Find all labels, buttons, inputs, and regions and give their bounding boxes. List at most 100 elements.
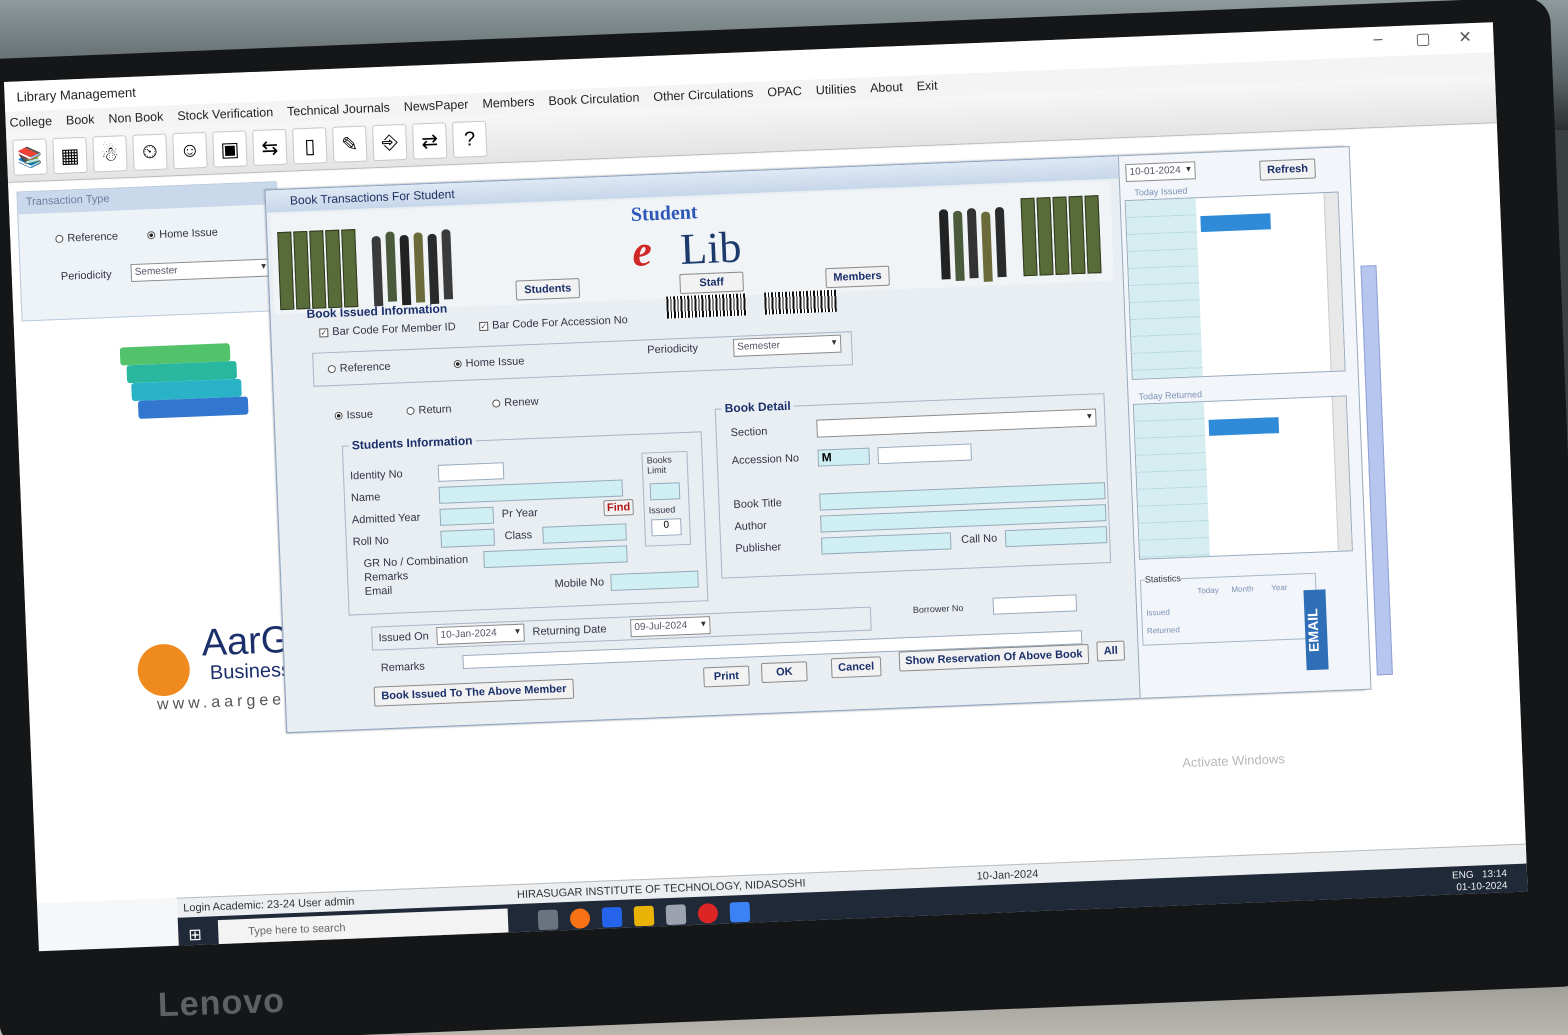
find-button[interactable]: Find (603, 499, 634, 517)
today-activity-panel: 10-01-2024 Refresh Today Issued Today Re… (1117, 146, 1372, 699)
maximize-icon[interactable]: ▢ (1415, 29, 1431, 50)
email-button[interactable]: EMAIL (1303, 589, 1329, 671)
grid-scrollbar[interactable] (1323, 192, 1345, 371)
menu-college[interactable]: College (9, 114, 52, 130)
menu-technical-journals[interactable]: Technical Journals (287, 101, 390, 119)
issued-on-date[interactable]: 10-Jan-2024 (436, 623, 525, 646)
accession-no-field[interactable]: M (817, 447, 871, 467)
radio-icon (492, 399, 501, 408)
today-returned-label: Today Returned (1138, 389, 1203, 402)
menu-stock-verification[interactable]: Stock Verification (177, 105, 273, 123)
borrower-no-field[interactable] (992, 594, 1078, 615)
today-returned-grid[interactable] (1132, 395, 1353, 560)
radio-home-issue[interactable]: Home Issue (453, 355, 525, 370)
menu-exit[interactable]: Exit (916, 79, 937, 94)
menu-book[interactable]: Book (66, 112, 95, 127)
grid-selected-row[interactable] (1200, 213, 1271, 233)
tab-members[interactable]: Members (825, 265, 890, 289)
remarks-label: Remarks (363, 570, 409, 584)
section-select[interactable] (816, 408, 1097, 438)
grid-selected-row[interactable] (1208, 417, 1280, 436)
person-icon[interactable]: ☺ (172, 131, 208, 170)
borrower-no-label: Borrower No (912, 602, 964, 615)
gr-no-field[interactable] (483, 545, 628, 569)
person-figure (441, 229, 454, 300)
menu-opac[interactable]: OPAC (767, 84, 802, 99)
cancel-button[interactable]: Cancel (830, 656, 882, 679)
returning-date[interactable]: 09-Jul-2024 (630, 616, 711, 638)
radio-reference[interactable]: Reference (55, 231, 118, 246)
refresh-button[interactable]: Refresh (1259, 158, 1316, 181)
close-icon[interactable]: ✕ (1458, 27, 1472, 48)
print-button[interactable]: Print (703, 665, 750, 688)
menu-about[interactable]: About (870, 80, 903, 95)
checkbox-accession-barcode[interactable]: ✓ Bar Code For Accession No (479, 314, 628, 332)
tab-students[interactable]: Students (515, 278, 581, 301)
pencil-icon[interactable]: ✎ (332, 125, 368, 163)
bookshelf-shape (1084, 195, 1102, 274)
monitor-brand: Lenovo (157, 981, 286, 1025)
radio-renew[interactable]: Renew (492, 396, 539, 410)
clock-time[interactable]: 13:14 (1482, 868, 1507, 880)
checkbox-member-barcode[interactable]: ✓ Bar Code For Member ID (319, 321, 456, 338)
edge-icon[interactable] (601, 906, 623, 928)
library-app-icon[interactable] (729, 901, 751, 923)
task-view-icon[interactable] (537, 909, 559, 931)
books-limit-group: Books Limit Issued 0 (641, 450, 692, 547)
menu-members[interactable]: Members (482, 95, 535, 111)
book-issued-button[interactable]: Book Issued To The Above Member (373, 678, 575, 707)
books-icon[interactable]: 📚 (12, 138, 48, 176)
identity-no-field[interactable] (437, 462, 505, 482)
menu-utilities[interactable]: Utilities (816, 82, 857, 98)
radio-issue[interactable]: Issue (334, 408, 373, 422)
radio-label: Return (418, 403, 452, 417)
clock-date[interactable]: 01-10-2024 (1456, 880, 1508, 893)
return-book-icon[interactable]: ⇆ (252, 128, 288, 167)
radio-icon (327, 365, 336, 374)
radio-return[interactable]: Return (406, 403, 452, 417)
menu-other-circulations[interactable]: Other Circulations (653, 86, 754, 104)
opera-icon[interactable] (697, 903, 719, 924)
activity-date-select[interactable]: 10-01-2024 (1125, 161, 1196, 183)
person-figure (413, 232, 426, 303)
roll-no-field[interactable] (440, 528, 496, 548)
name-field[interactable] (438, 479, 624, 504)
ok-button[interactable]: OK (760, 661, 808, 684)
app-icon[interactable] (665, 904, 687, 926)
grid-scrollbar[interactable] (1331, 396, 1352, 551)
mobile-no-label: Mobile No (554, 576, 605, 591)
menu-non-book[interactable]: Non Book (108, 110, 163, 126)
calendar-icon[interactable]: ▦ (52, 136, 88, 175)
mobile-no-field[interactable] (610, 570, 699, 592)
accession-extra-field[interactable] (877, 443, 972, 465)
all-button[interactable]: All (1096, 640, 1126, 662)
admitted-year-field[interactable] (439, 506, 495, 526)
radio-home-issue[interactable]: Home Issue (147, 227, 218, 242)
help-icon[interactable]: ? (451, 120, 488, 159)
books-limit-field[interactable] (649, 482, 681, 501)
id-card-icon[interactable]: ▣ (212, 130, 248, 168)
radio-reference[interactable]: Reference (327, 361, 391, 376)
clock-icon[interactable]: ⏲ (132, 133, 168, 171)
class-field[interactable] (542, 523, 627, 544)
tab-staff[interactable]: Staff (679, 271, 745, 295)
windows-start-icon[interactable]: ⊞ (188, 925, 202, 946)
book-shape (137, 396, 249, 419)
minimize-icon[interactable]: – (1373, 31, 1383, 49)
call-no-field[interactable] (1004, 526, 1108, 548)
publisher-field[interactable] (820, 532, 952, 555)
language-indicator[interactable]: ENG (1452, 870, 1474, 882)
today-issued-grid[interactable] (1124, 191, 1346, 380)
radio-selected-icon (453, 359, 462, 369)
bookshelf-shape (1020, 197, 1038, 277)
file-explorer-icon[interactable] (633, 905, 655, 927)
menu-newspaper[interactable]: NewsPaper (404, 97, 469, 114)
tablet-icon[interactable]: ▯ (292, 127, 328, 165)
firefox-icon[interactable] (569, 908, 591, 929)
reader-icon[interactable]: ☃ (92, 135, 128, 173)
transfer-icon[interactable]: ⇄ (412, 122, 448, 160)
exit-door-icon[interactable]: ⎆ (372, 123, 408, 162)
menu-book-circulation[interactable]: Book Circulation (548, 91, 640, 109)
periodicity-select[interactable]: Semester (732, 334, 842, 357)
periodicity-select[interactable]: Semester (130, 258, 272, 283)
